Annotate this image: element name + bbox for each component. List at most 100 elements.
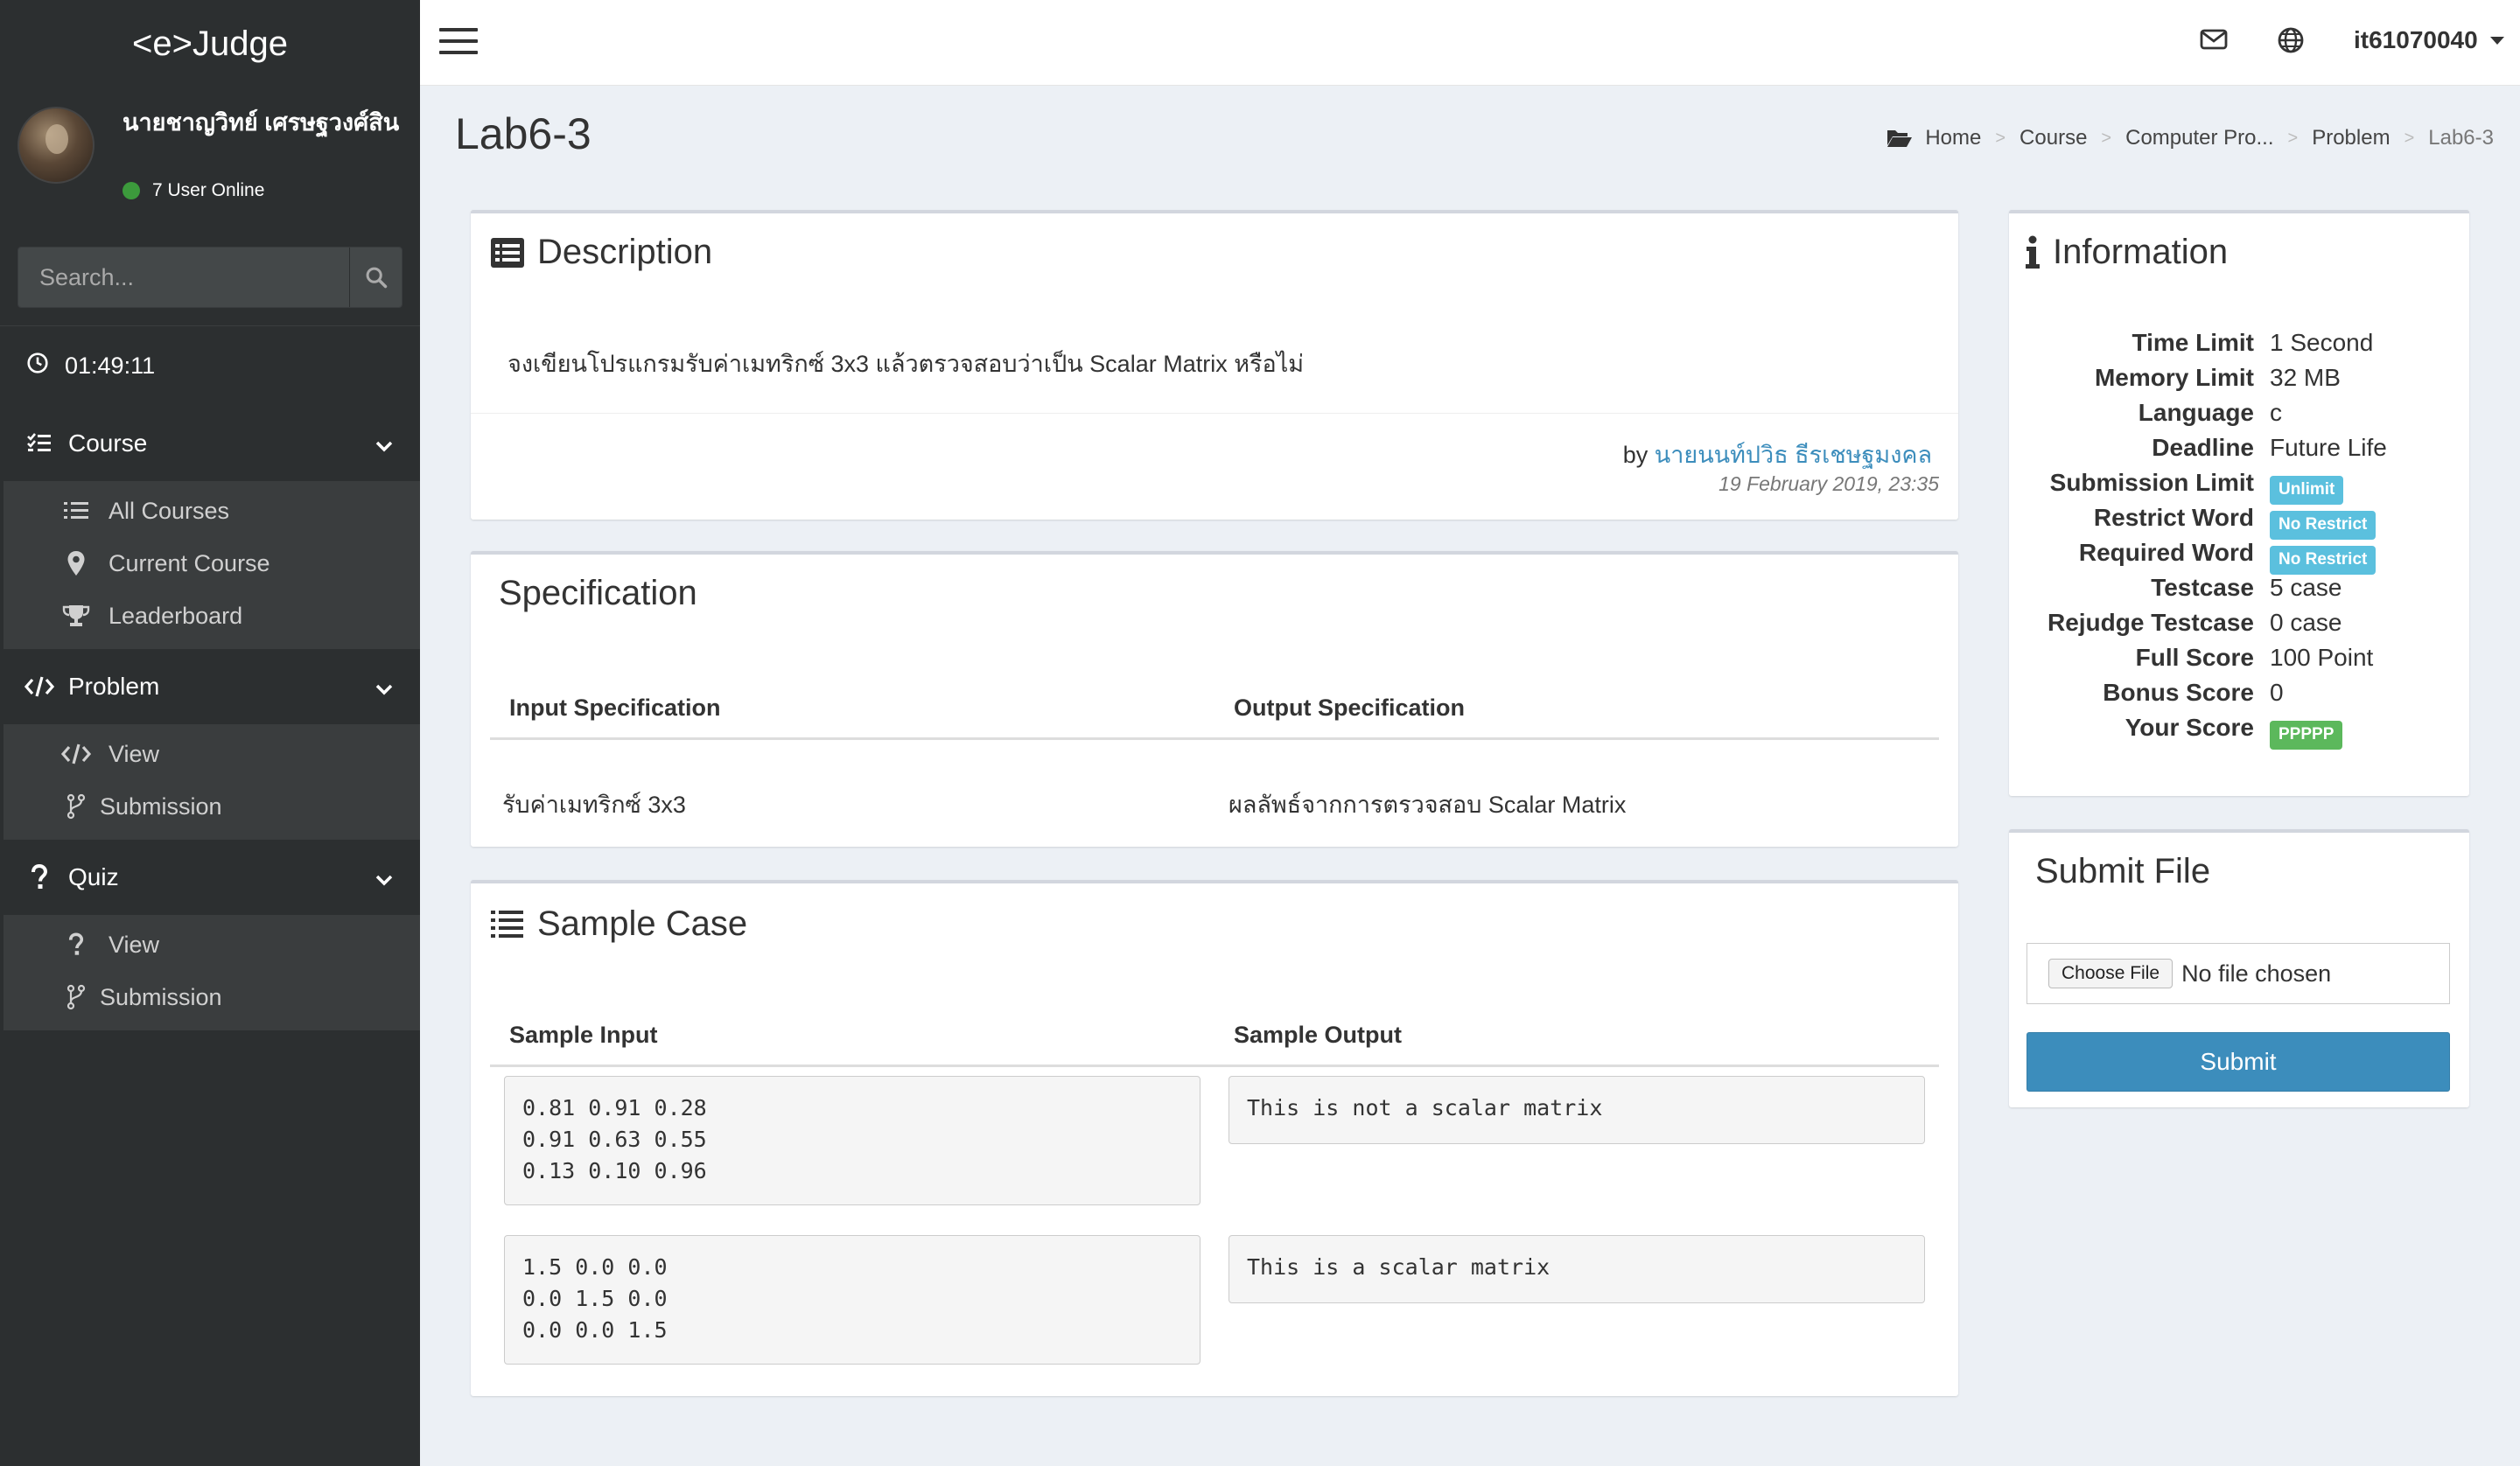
breadcrumb-course[interactable]: Course [2020, 126, 2087, 150]
sidebar-section-label: Problem [68, 673, 160, 700]
avatar [18, 107, 94, 184]
info-row: Time Limit 1 Second [2009, 329, 2469, 364]
chevron-down-icon[interactable] [374, 866, 394, 894]
code-fork-icon [61, 984, 91, 1010]
map-marker-icon [61, 550, 91, 576]
sidebar-section-label: Quiz [68, 863, 119, 890]
search-button[interactable] [349, 248, 402, 307]
chevron-down-icon[interactable] [374, 675, 394, 703]
by-prefix: by [1622, 442, 1648, 468]
info-value: c [2270, 399, 2282, 426]
info-row: Language c [2009, 399, 2469, 434]
input-spec-header: Input Specification [509, 695, 721, 721]
globe-icon [2278, 27, 2304, 53]
sidebar-course-submenu: All Courses Current Course Leaderboard [0, 481, 420, 649]
code-icon [61, 743, 91, 765]
sidebar-section-quiz[interactable]: Quiz [0, 840, 420, 915]
sample-output-2[interactable]: This is a scalar matrix [1228, 1235, 1925, 1303]
submit-file-box: Submit File Choose File No file chosen S… [2009, 829, 2469, 1107]
question-icon [24, 864, 54, 890]
sidebar-search [18, 247, 402, 308]
info-key: Bonus Score [2103, 679, 2254, 706]
info-value: 100 Point [2270, 644, 2374, 671]
info-key: Submission Limit [2049, 469, 2254, 496]
sample-output-1[interactable]: This is not a scalar matrix [1228, 1076, 1925, 1144]
search-icon [366, 267, 387, 289]
status-badge: PPPPP [2270, 721, 2343, 750]
sidebar-item-label: View [108, 931, 160, 958]
sidebar-toggle-button[interactable] [439, 28, 478, 58]
caret-down-icon [2489, 36, 2504, 45]
code-icon [24, 675, 54, 698]
info-value: 0 [2270, 679, 2284, 706]
breadcrumb-computer-pro[interactable]: Computer Pro... [2125, 126, 2273, 150]
user-menu[interactable]: it61070040 [2354, 26, 2504, 54]
info-row: Memory Limit 32 MB [2009, 364, 2469, 399]
choose-file-button[interactable]: Choose File [2048, 959, 2174, 988]
info-row: Restrict Word No Restrict [2009, 504, 2469, 540]
info-row: Your Score PPPPP [2009, 714, 2469, 750]
status-badge: No Restrict [2270, 511, 2376, 540]
language-button[interactable] [2277, 26, 2305, 59]
specification-box: Specification Input Specification Output… [471, 551, 1958, 847]
output-spec-header: Output Specification [1234, 695, 1466, 721]
box-title-text: Description [537, 233, 713, 271]
sidebar-item-leaderboard[interactable]: Leaderboard [4, 590, 420, 642]
information-title: Information [2025, 233, 2228, 272]
sidebar-item-problem-view[interactable]: View [4, 728, 420, 780]
hamburger-icon [439, 28, 478, 31]
sidebar-section-course[interactable]: Course [0, 406, 420, 481]
submit-button[interactable]: Submit [2026, 1032, 2450, 1092]
breadcrumb-separator: > [2101, 128, 2112, 148]
info-row: Bonus Score 0 [2009, 679, 2469, 714]
sidebar-item-problem-submission[interactable]: Submission [4, 780, 420, 833]
sample-input-1[interactable]: 0.81 0.91 0.28 0.91 0.63 0.55 0.13 0.10 … [504, 1076, 1200, 1205]
envelope-icon [2200, 29, 2228, 50]
online-dot-icon [122, 182, 140, 199]
timer-value: 01:49:11 [65, 352, 156, 379]
sidebar-item-label: Submission [100, 792, 222, 820]
sidebar-item-current-course[interactable]: Current Course [4, 537, 420, 590]
sample-input-2[interactable]: 1.5 0.0 0.0 0.0 1.5 0.0 0.0 0.0 1.5 [504, 1235, 1200, 1365]
sidebar-item-all-courses[interactable]: All Courses [4, 485, 420, 537]
top-navbar: it61070040 [420, 0, 2520, 86]
info-row: Rejudge Testcase 0 case [2009, 609, 2469, 644]
app-logo[interactable]: <e>Judge [0, 0, 420, 87]
sidebar-item-label: All Courses [108, 497, 230, 524]
sidebar-quiz-submenu: View Submission [0, 915, 420, 1030]
author-link[interactable]: นายนนท์ปวิธ ธีรเชษฐมงคล [1655, 442, 1932, 468]
breadcrumb-separator: > [2287, 128, 2299, 148]
file-input[interactable]: Choose File No file chosen [2026, 943, 2450, 1004]
sidebar-section-problem[interactable]: Problem [0, 649, 420, 724]
description-box: Description จงเขียนโปรแกรมรับค่าเมทริกซ์… [471, 210, 1958, 520]
box-title-text: Information [2053, 233, 2229, 271]
info-key: Deadline [2152, 434, 2254, 461]
info-key: Your Score [2124, 714, 2254, 741]
specification-title: Specification [499, 574, 697, 612]
sidebar-item-quiz-submission[interactable]: Submission [4, 971, 420, 1023]
sidebar-nav: Course All Courses Current Course Leader… [0, 406, 420, 1030]
username: it61070040 [2354, 26, 2478, 53]
information-box: Information Time Limit 1 Second Memory Lim… [2009, 210, 2469, 796]
search-input[interactable] [18, 248, 349, 307]
breadcrumb: Home > Course > Computer Pro... > Proble… [1886, 126, 2494, 150]
breadcrumb-home[interactable]: Home [1925, 126, 1981, 150]
info-value: Future Life [2270, 434, 2387, 461]
info-icon [2025, 235, 2040, 270]
problem-description: จงเขียนโปรแกรมรับค่าเมทริกซ์ 3x3 แล้วตรว… [508, 351, 1305, 377]
sidebar: <e>Judge นายชาญวิทย์ เศรษฐวงศ์สิน 7 User… [0, 0, 420, 1466]
sidebar-section-label: Course [68, 429, 148, 457]
sidebar-item-quiz-view[interactable]: View [4, 918, 420, 971]
info-key: Time Limit [2132, 329, 2254, 356]
sidebar-divider [0, 325, 420, 326]
posted-date: 19 February 2019, 23:35 [1718, 472, 1939, 495]
info-badge-wrap: PPPPP [2270, 714, 2343, 750]
info-key: Rejudge Testcase [2047, 609, 2254, 636]
info-row: Testcase 5 case [2009, 574, 2469, 609]
messages-button[interactable] [2200, 26, 2228, 57]
breadcrumb-problem[interactable]: Problem [2312, 126, 2390, 150]
chevron-down-icon[interactable] [374, 432, 394, 460]
info-value: 1 Second [2270, 329, 2374, 356]
sidebar-item-label: Leaderboard [108, 602, 243, 629]
info-row: Submission Limit Unlimit [2009, 469, 2469, 505]
